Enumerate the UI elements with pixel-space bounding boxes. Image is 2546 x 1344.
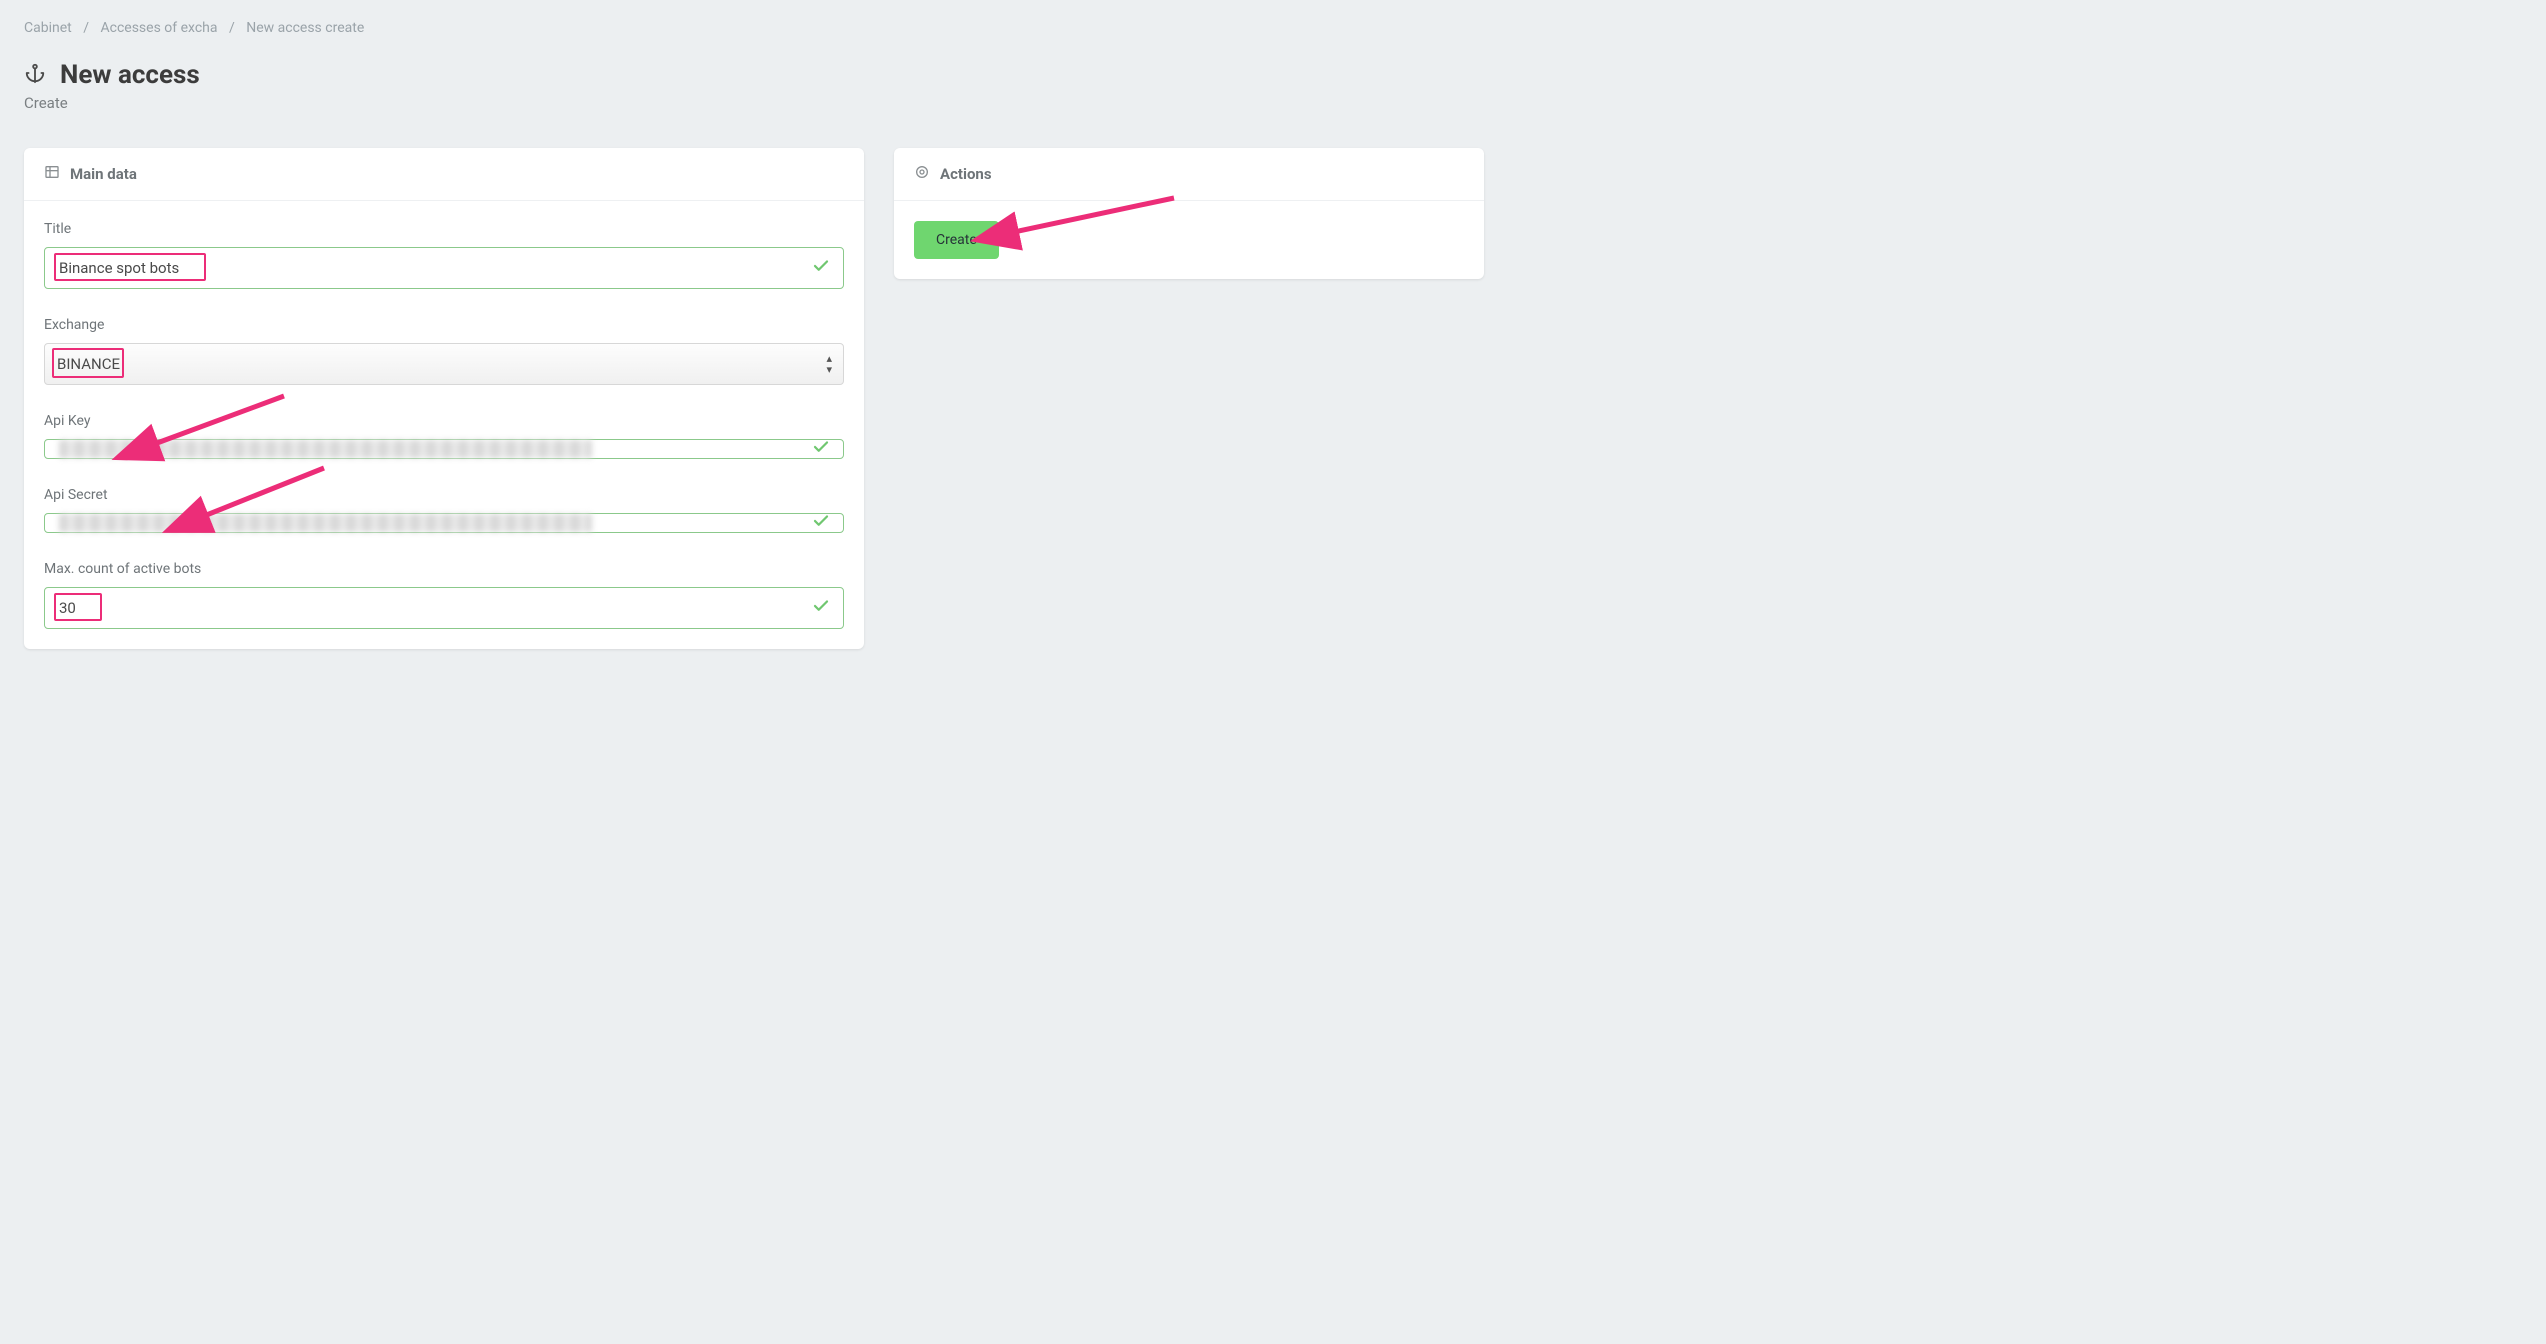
redacted-content	[59, 514, 592, 532]
create-button[interactable]: Create	[914, 221, 999, 259]
annotation-arrow	[994, 193, 1194, 257]
title-input[interactable]	[44, 247, 844, 289]
max-bots-label: Max. count of active bots	[44, 561, 844, 577]
breadcrumb-item: New access create	[246, 20, 364, 36]
redacted-content	[59, 440, 592, 458]
page-subtitle: Create	[24, 94, 2522, 112]
breadcrumb-separator: /	[83, 20, 89, 36]
main-data-card: Main data Title Exchange BINAN	[24, 148, 864, 649]
api-key-input[interactable]	[44, 439, 844, 459]
exchange-select[interactable]: BINANCE	[44, 343, 844, 385]
anchor-icon	[24, 62, 46, 88]
max-bots-input[interactable]	[44, 587, 844, 629]
actions-card: Actions Create	[894, 148, 1484, 279]
api-secret-label: Api Secret	[44, 487, 844, 503]
card-header-title: Main data	[70, 165, 137, 183]
api-secret-input[interactable]	[44, 513, 844, 533]
target-icon	[914, 164, 930, 184]
api-key-label: Api Key	[44, 413, 844, 429]
breadcrumb-item[interactable]: Cabinet	[24, 20, 72, 36]
page-title: New access	[60, 60, 200, 90]
exchange-label: Exchange	[44, 317, 844, 333]
breadcrumb-separator: /	[229, 20, 235, 36]
card-header-title: Actions	[940, 165, 992, 183]
title-label: Title	[44, 221, 844, 237]
breadcrumb-item[interactable]: Accesses of excha	[100, 20, 217, 36]
grid-icon	[44, 164, 60, 184]
breadcrumb: Cabinet / Accesses of excha / New access…	[24, 20, 2522, 36]
